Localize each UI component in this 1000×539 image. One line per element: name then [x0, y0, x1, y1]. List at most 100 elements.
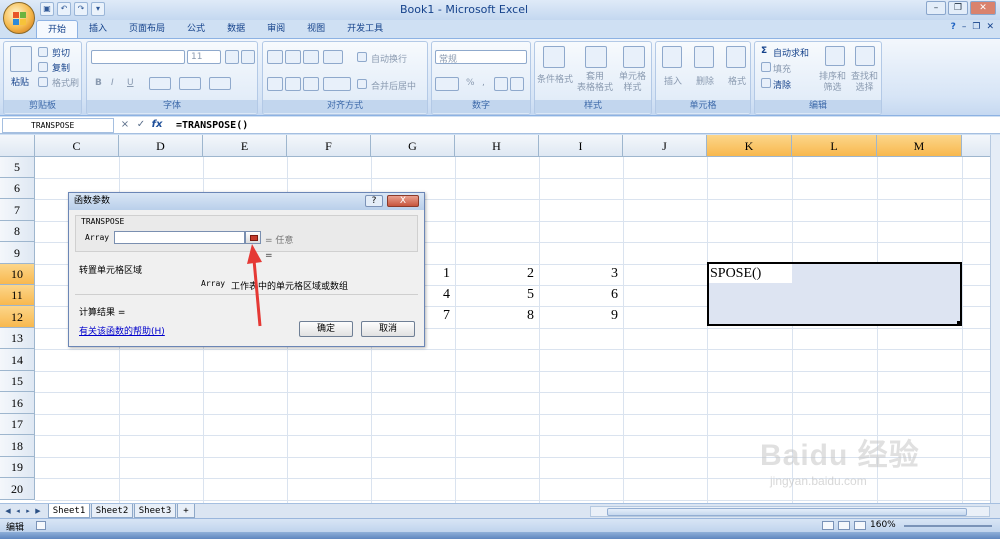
name-box[interactable]: TRANSPOSE [2, 118, 114, 133]
percent-button[interactable]: % [466, 78, 475, 88]
row-header[interactable]: 18 [0, 435, 35, 457]
column-header[interactable]: H [455, 135, 539, 157]
fill-color-icon[interactable] [179, 77, 201, 90]
column-header[interactable]: D [119, 135, 203, 157]
undo-icon[interactable]: ↶ [57, 2, 71, 16]
ribbon-restore-icon[interactable]: ❐ [972, 22, 980, 32]
format-painter-button[interactable]: 格式刷 [52, 76, 79, 89]
ok-button[interactable]: 确定 [299, 321, 353, 337]
row-header[interactable]: 14 [0, 349, 35, 371]
tab-home[interactable]: 开始 [36, 20, 79, 38]
row-header[interactable]: 9 [0, 242, 35, 264]
prev-sheet-icon[interactable]: ◂ [14, 506, 22, 516]
row-header[interactable]: 15 [0, 371, 35, 392]
restore-button[interactable]: ❐ [948, 1, 968, 15]
currency-icon[interactable] [435, 77, 459, 91]
column-header[interactable]: J [623, 135, 707, 157]
tab-formulas[interactable]: 公式 [176, 20, 216, 38]
minimize-button[interactable]: – [926, 1, 946, 15]
customize-toolbar-icon[interactable]: ▾ [91, 2, 105, 16]
cell-styles-button[interactable]: 单元格 样式 [619, 72, 646, 94]
function-help-link[interactable]: 有关该函数的帮助(H) [79, 324, 165, 337]
copy-button[interactable]: 复制 [52, 61, 70, 74]
column-header-selected[interactable]: L [792, 135, 877, 157]
row-header-selected[interactable]: 11 [0, 285, 35, 306]
zoom-slider[interactable] [904, 525, 992, 527]
enter-formula-icon[interactable]: ✓ [134, 118, 148, 132]
tab-review[interactable]: 审阅 [256, 20, 296, 38]
tab-developer[interactable]: 开发工具 [336, 20, 394, 38]
sort-filter-button[interactable]: 排序和 筛选 [819, 72, 846, 94]
fill-handle[interactable] [957, 321, 962, 326]
row-header[interactable]: 7 [0, 199, 35, 221]
bold-button[interactable]: B [95, 78, 102, 88]
orientation-icon[interactable] [323, 50, 343, 64]
column-header-partial[interactable] [962, 135, 990, 157]
row-header[interactable]: 5 [0, 157, 35, 178]
tab-view[interactable]: 视图 [296, 20, 336, 38]
conditional-format-button[interactable]: 条件格式 [537, 72, 573, 85]
row-header[interactable]: 17 [0, 414, 35, 435]
workbook-close-icon[interactable]: ✕ [986, 22, 994, 32]
office-button[interactable] [3, 2, 35, 34]
insert-cells-button[interactable]: 插入 [664, 74, 682, 87]
shrink-font-icon[interactable] [241, 50, 255, 64]
align-left-icon[interactable] [267, 77, 283, 91]
wrap-text-button[interactable]: 自动换行 [371, 52, 407, 65]
next-sheet-icon[interactable]: ▸ [24, 506, 32, 516]
help-icon[interactable]: ? [951, 22, 956, 32]
page-layout-view-icon[interactable] [838, 521, 850, 530]
horizontal-scrollbar[interactable] [590, 506, 990, 517]
find-select-button[interactable]: 查找和 选择 [851, 72, 878, 94]
collapse-dialog-button[interactable] [245, 231, 261, 244]
format-as-table-button[interactable]: 套用 表格格式 [577, 72, 613, 94]
paste-icon[interactable] [10, 46, 32, 72]
conditional-format-icon[interactable] [543, 46, 565, 68]
save-icon[interactable]: ▣ [40, 2, 54, 16]
column-header[interactable]: F [287, 135, 371, 157]
format-as-table-icon[interactable] [585, 46, 607, 68]
clear-button[interactable]: 清除 [773, 78, 791, 91]
sheet-tab-3[interactable]: Sheet3 [134, 504, 176, 518]
merge-center-button[interactable]: 合并后居中 [371, 79, 416, 92]
column-header[interactable]: C [35, 135, 119, 157]
array-argument-input[interactable] [114, 231, 245, 244]
column-header-selected[interactable]: M [877, 135, 962, 157]
insert-cells-icon[interactable] [662, 46, 682, 68]
autosum-button[interactable]: 自动求和 [773, 46, 809, 59]
horizontal-scroll-thumb[interactable] [607, 508, 967, 516]
format-cells-icon[interactable] [726, 46, 746, 68]
sheet-tab-2[interactable]: Sheet2 [91, 504, 133, 518]
align-right-icon[interactable] [303, 77, 319, 91]
font-color-icon[interactable] [209, 77, 231, 90]
row-header[interactable]: 19 [0, 457, 35, 478]
vertical-scrollbar[interactable] [990, 135, 1000, 503]
cancel-button[interactable]: 取消 [361, 321, 415, 337]
macro-record-icon[interactable] [36, 521, 46, 530]
comma-button[interactable]: , [482, 78, 485, 88]
row-header[interactable]: 6 [0, 178, 35, 199]
normal-view-icon[interactable] [822, 521, 834, 530]
row-header[interactable]: 16 [0, 392, 35, 414]
paste-button[interactable]: 粘贴 [11, 75, 29, 88]
first-sheet-icon[interactable]: ◀ [4, 506, 12, 516]
redo-icon[interactable]: ↷ [74, 2, 88, 16]
select-all-corner[interactable] [0, 135, 35, 157]
page-break-view-icon[interactable] [854, 521, 866, 530]
delete-cells-icon[interactable] [694, 46, 714, 68]
cut-button[interactable]: 剪切 [52, 46, 70, 59]
formula-input[interactable]: =TRANSPOSE() [176, 118, 248, 133]
insert-sheet-icon[interactable]: + [177, 504, 195, 518]
tab-page-layout[interactable]: 页面布局 [118, 20, 176, 38]
row-header-selected[interactable]: 10 [0, 264, 35, 285]
zoom-level[interactable]: 160% [870, 520, 896, 530]
row-header[interactable]: 8 [0, 221, 35, 242]
sort-filter-icon[interactable] [825, 46, 845, 66]
find-select-icon[interactable] [855, 46, 875, 66]
column-header[interactable]: E [203, 135, 287, 157]
border-icon[interactable] [149, 77, 171, 90]
align-middle-icon[interactable] [285, 50, 301, 64]
dialog-close-button[interactable]: X [387, 195, 419, 207]
row-header[interactable]: 13 [0, 328, 35, 349]
cancel-formula-icon[interactable]: × [118, 118, 132, 132]
